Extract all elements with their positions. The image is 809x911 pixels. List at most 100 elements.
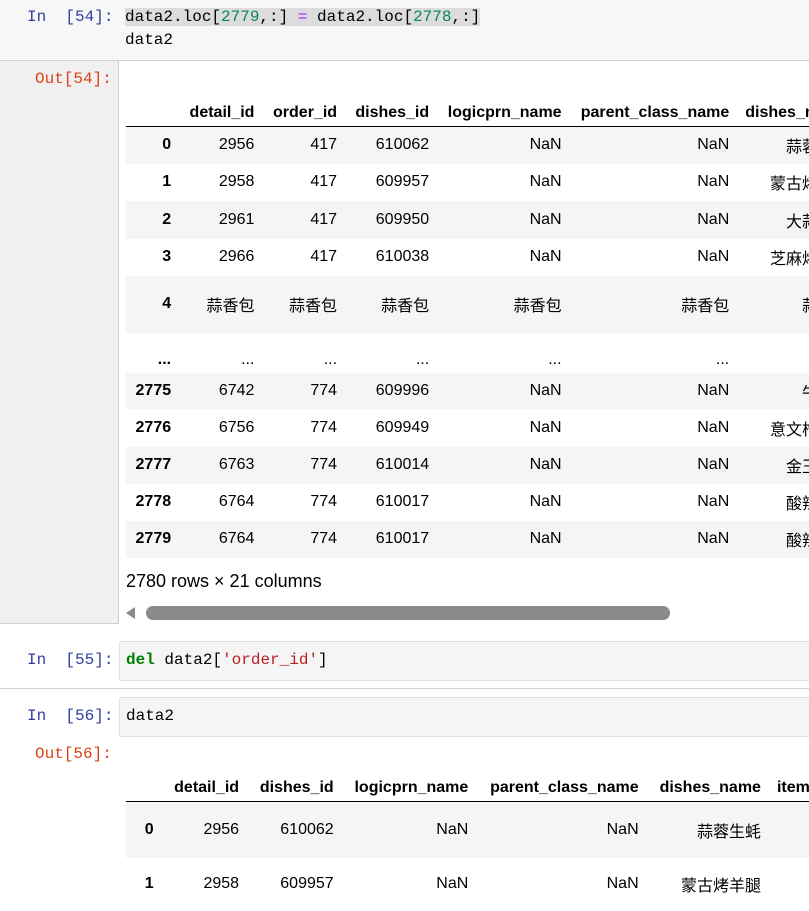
table-cell: NaN [529, 418, 562, 436]
table-cell: NaN [529, 530, 562, 547]
table-cell: 6764 [218, 530, 255, 547]
cell-55-in-prompt: In [55]: [27, 651, 114, 669]
table-cell: 牛 [737, 373, 809, 409]
table-row: 3 2966 417 610038 NaN NaN 芝麻烤 [126, 238, 809, 276]
row-index: 0 [144, 820, 154, 838]
cell-56-code-editor[interactable]: data2 [119, 697, 809, 737]
cell-54-dataframe-table: detail_id order_id dishes_id logicprn_name p… [126, 78, 809, 558]
table-cell: NaN [697, 456, 730, 473]
table-cell: 417 [310, 136, 338, 154]
table-row: 2 2961 417 609950 NaN NaN 大蒜 [126, 200, 809, 239]
table-cell: 609957 [375, 173, 430, 190]
table-cell: ... [548, 350, 562, 368]
table-cell: 蒜香包 [513, 298, 562, 315]
row-index: 2776 [135, 418, 172, 436]
scroll-left-arrow-icon[interactable] [126, 607, 135, 619]
table-cell: ... [323, 350, 338, 368]
table-row: 2777 6763 774 610014 NaN NaN 金玉 [126, 446, 809, 484]
table-cell: 610017 [375, 493, 430, 510]
cell-54-code-editor[interactable]: data2.loc[2779,:] = data2.loc[2778,:] da… [119, 0, 809, 56]
row-index: 4 [162, 295, 172, 312]
table-cell: NaN [697, 210, 730, 228]
table-cell: 蒜 [737, 276, 809, 333]
column-header: dishes_id [247, 753, 342, 802]
column-header: detail_id [161, 753, 248, 802]
table-cell [769, 802, 809, 858]
table-cell: NaN [436, 820, 469, 838]
column-header: item [768, 753, 809, 802]
table-cell: 774 [310, 530, 338, 547]
table-cell: 610017 [375, 530, 430, 547]
table-cell: 774 [310, 381, 338, 399]
table-cell: 609996 [375, 381, 430, 399]
table-cell: NaN [529, 456, 562, 473]
table-cell: 2961 [218, 210, 255, 228]
column-header: dishes_n [737, 78, 809, 127]
table-cell: 2958 [218, 173, 255, 190]
table-cell: NaN [529, 248, 562, 265]
row-index: 1 [162, 173, 172, 190]
table-cell: 金玉 [785, 459, 809, 476]
cell-54-horizontal-scrollbar[interactable] [122, 604, 809, 622]
table-cell: 2956 [203, 820, 240, 838]
cell-54-output-area [0, 61, 119, 624]
cell-56-code-line: data2 [126, 707, 175, 725]
table-cell: 6763 [218, 456, 255, 473]
row-index: 1 [144, 875, 154, 892]
row-index: 0 [162, 136, 172, 154]
table-cell: 2966 [218, 248, 255, 265]
index-header [126, 753, 162, 802]
table-cell: 蒜香包 [289, 298, 338, 315]
table-cell: NaN [697, 418, 730, 436]
table-cell: 蒜香包 [381, 298, 430, 315]
table-cell: 609950 [375, 210, 430, 228]
table-cell: NaN [436, 875, 469, 892]
table-row: 2779 6764 774 610017 NaN NaN 酸辣 [126, 520, 809, 558]
table-cell [769, 858, 809, 911]
table-cell: ... [715, 350, 730, 368]
table-cell: 417 [310, 248, 338, 265]
scrollbar-thumb[interactable] [146, 606, 670, 620]
column-header: order_id [262, 78, 346, 127]
table-cell: NaN [529, 210, 562, 228]
row-index: 2 [162, 210, 172, 228]
cell-54-out-prompt: Out[54]: [35, 70, 112, 88]
table-cell: 酸辣 [785, 533, 809, 550]
table-cell: 蒜蓉生蚝 [696, 823, 761, 841]
table-row: 4蒜香包蒜香包蒜香包蒜香包蒜香包蒜 [126, 275, 809, 333]
table-row: 2776 6756 774 609949 NaN NaN 意文柠 [126, 408, 809, 447]
column-header: dishes_id [345, 78, 438, 127]
table-row: 0 2956 610062 NaN NaN 蒜蓉生蚝 [126, 801, 809, 858]
row-index: 3 [162, 248, 172, 265]
cell-55-code-editor[interactable]: del data2['order_id'] [119, 641, 809, 681]
table-cell: 610062 [280, 820, 334, 838]
index-header [126, 78, 180, 127]
table-cell: 610062 [375, 136, 430, 154]
table-row: 1 2958 417 609957 NaN NaN 蒙古烤 [126, 163, 809, 201]
row-index: 2775 [135, 381, 172, 399]
table-cell: 蒜香包 [681, 298, 730, 315]
table-row: 2778 6764 774 610017 NaN NaN 酸辣 [126, 483, 809, 521]
row-index: 2777 [135, 456, 172, 473]
table-cell: NaN [606, 820, 639, 838]
table-cell: NaN [697, 173, 730, 190]
table-cell: NaN [697, 136, 730, 154]
cell-54-in-prompt: In [54]: [27, 8, 114, 26]
table-cell: 609957 [280, 875, 334, 892]
table-cell: 蒜香包 [206, 298, 255, 315]
row-index: 2778 [135, 493, 172, 510]
table-cell: NaN [697, 530, 730, 547]
cell-54-shape-caption: 2780 rows × 21 columns [126, 571, 322, 591]
table-cell: 610014 [375, 456, 430, 473]
column-header: detail_id [179, 78, 263, 127]
row-index: ... [157, 350, 172, 368]
column-header: parent_class_name [476, 753, 647, 802]
table-cell: 774 [310, 418, 338, 436]
column-header: dishes_name [646, 753, 769, 802]
table-cell: NaN [529, 136, 562, 154]
cell-55-code-line: del data2['order_id'] [126, 651, 328, 669]
table-cell: 2956 [218, 136, 255, 154]
cell-56-dataframe-table: detail_id dishes_id logicprn_name parent_cl… [126, 753, 809, 911]
table-cell: 蒜蓉 [785, 139, 809, 157]
table-cell: 610038 [375, 248, 430, 265]
